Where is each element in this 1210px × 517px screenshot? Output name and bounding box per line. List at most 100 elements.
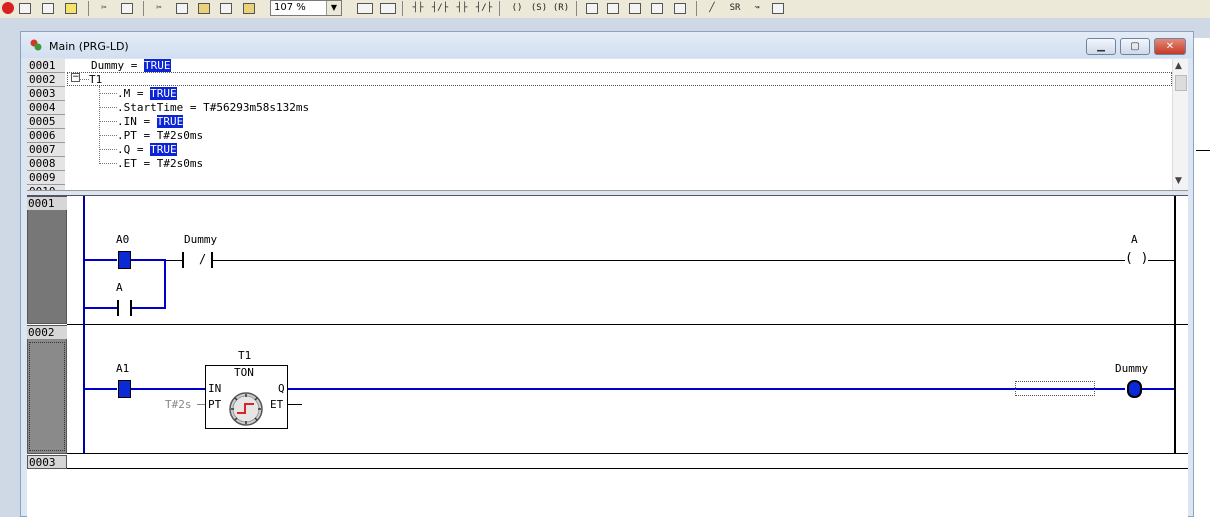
rung-number: 0001 xyxy=(27,197,67,210)
coil-label: Dummy xyxy=(1115,362,1149,375)
window-titlebar[interactable] xyxy=(21,32,1193,58)
collapse-icon[interactable]: − xyxy=(71,73,80,82)
parallel-negated-contact-icon[interactable]: ┤/├ xyxy=(474,0,494,16)
rung-number: 0003 xyxy=(27,455,67,469)
equals-sign: = xyxy=(136,129,157,142)
paste-icon[interactable] xyxy=(196,0,212,16)
declaration-editor[interactable]: 0001 0002 0003 0004 0005 0006 0007 0008 … xyxy=(27,59,1188,190)
scrollbar-thumb[interactable] xyxy=(1175,75,1187,91)
set-coil-icon[interactable]: (S) xyxy=(529,0,549,16)
negated-contact-Dummy[interactable] xyxy=(182,251,213,269)
set-reset-icon[interactable]: SR xyxy=(727,0,743,16)
active-wire xyxy=(131,388,206,390)
block-pin-in: IN xyxy=(208,382,222,395)
maximize-button[interactable]: ▢ xyxy=(1120,38,1150,55)
selected-row xyxy=(67,72,1172,86)
return-icon[interactable] xyxy=(770,0,786,16)
line-number: 0002 xyxy=(27,73,65,86)
variable-row[interactable]: .Q = TRUE xyxy=(117,143,177,156)
rung-number: 0002 xyxy=(27,326,67,339)
logout-icon[interactable] xyxy=(40,0,56,16)
variable-row[interactable]: .ET = T#2s0ms xyxy=(117,157,203,170)
variable-name: T1 xyxy=(89,73,103,86)
negated-contact-icon[interactable]: ┤/├ xyxy=(430,0,450,16)
coil-Dummy[interactable] xyxy=(1127,380,1142,398)
find-icon[interactable] xyxy=(218,0,234,16)
rung-divider xyxy=(67,468,1188,469)
line-number: 0006 xyxy=(27,129,65,142)
line-number: 0003 xyxy=(27,87,65,100)
divider xyxy=(1196,150,1210,151)
block-pin-et: ET xyxy=(270,398,284,411)
zoom-select[interactable]: 107 % ▼ xyxy=(270,0,342,16)
wire xyxy=(288,404,302,405)
active-wire xyxy=(85,307,117,309)
variable-value: T#2s0ms xyxy=(156,157,204,170)
contact-A0[interactable] xyxy=(118,251,131,269)
network-icon[interactable] xyxy=(355,0,375,16)
vertical-scrollbar[interactable]: ▲ ▼ xyxy=(1172,59,1188,190)
coil-A[interactable]: ( ) xyxy=(1125,252,1148,265)
coil-icon[interactable]: () xyxy=(507,0,527,16)
copy-icon[interactable] xyxy=(174,0,190,16)
close-button[interactable]: ✕ xyxy=(1154,38,1186,55)
program-icon xyxy=(30,39,42,51)
left-power-rail xyxy=(83,196,85,453)
block-type: TON xyxy=(234,366,254,379)
rung-divider xyxy=(67,324,1188,325)
selection-box[interactable] xyxy=(1015,381,1095,396)
ladder-editor[interactable]: 0001 0002 0003 A0 Dummy / A A ( ) A1 T1 … xyxy=(27,196,1188,517)
variable-name: .IN xyxy=(117,115,137,128)
equals-sign: = xyxy=(136,157,157,170)
contact-label: A xyxy=(116,281,123,294)
replace-icon[interactable] xyxy=(241,0,257,16)
line-number: 0001 xyxy=(27,59,65,72)
minimize-button[interactable]: ▁ xyxy=(1086,38,1116,55)
login-icon[interactable] xyxy=(17,0,33,16)
box-icon[interactable] xyxy=(605,0,621,16)
box-icon[interactable] xyxy=(649,0,665,16)
window-title: Main (PRG-LD) xyxy=(49,40,129,53)
box-icon[interactable] xyxy=(627,0,643,16)
chevron-down-icon[interactable]: ▼ xyxy=(326,1,341,15)
contact-label: A1 xyxy=(116,362,130,375)
variable-value: TRUE xyxy=(156,115,184,128)
line-number: 0009 xyxy=(27,171,65,184)
print-icon[interactable] xyxy=(63,0,79,16)
box-icon[interactable] xyxy=(672,0,688,16)
line-number: 0004 xyxy=(27,101,65,114)
scroll-up-icon[interactable]: ▲ xyxy=(1175,61,1182,71)
variable-row[interactable]: .IN = TRUE xyxy=(117,115,184,128)
contact-A1[interactable] xyxy=(118,380,131,398)
cursor-mark xyxy=(377,386,383,388)
contact-A[interactable] xyxy=(117,299,132,317)
variable-row[interactable]: T1 xyxy=(89,73,102,86)
cut-icon[interactable]: ✂ xyxy=(151,0,167,16)
stop-icon[interactable] xyxy=(0,0,16,16)
variable-row[interactable]: Dummy = TRUE xyxy=(91,59,171,72)
cut-icon[interactable]: ✂ xyxy=(96,0,112,16)
variable-row[interactable]: .StartTime = T#56293m58s132ms xyxy=(117,101,309,114)
sr-label: SR xyxy=(729,3,741,13)
variable-row[interactable]: .PT = T#2s0ms xyxy=(117,129,203,142)
active-wire xyxy=(132,307,166,309)
toolbar: ✂ ✂ 107 % ▼ ┤├ ┤/├ ┤├ ┤/├ () (S) (R) ╱ S… xyxy=(0,0,1210,18)
network-after-icon[interactable] xyxy=(378,0,398,16)
copy-icon[interactable] xyxy=(119,0,135,16)
box-icon[interactable] xyxy=(584,0,600,16)
variable-name: .M xyxy=(117,87,131,100)
contact-icon[interactable]: ┤├ xyxy=(408,0,428,16)
equals-sign: = xyxy=(130,143,151,156)
pen-icon[interactable]: ╱ xyxy=(704,0,720,16)
variable-value: T#2s0ms xyxy=(156,129,204,142)
reset-coil-icon[interactable]: (R) xyxy=(551,0,571,16)
block-pin-q: Q xyxy=(278,382,285,395)
scroll-down-icon[interactable]: ▼ xyxy=(1175,176,1182,186)
timer-clock-icon xyxy=(229,392,263,426)
variable-row[interactable]: .M = TRUE xyxy=(117,87,177,100)
variable-value: TRUE xyxy=(150,143,177,156)
variable-value: TRUE xyxy=(150,87,177,100)
pt-input-value[interactable]: T#2s xyxy=(165,398,192,411)
parallel-contact-icon[interactable]: ┤├ xyxy=(452,0,472,16)
jump-icon[interactable]: ↝ xyxy=(749,0,765,16)
